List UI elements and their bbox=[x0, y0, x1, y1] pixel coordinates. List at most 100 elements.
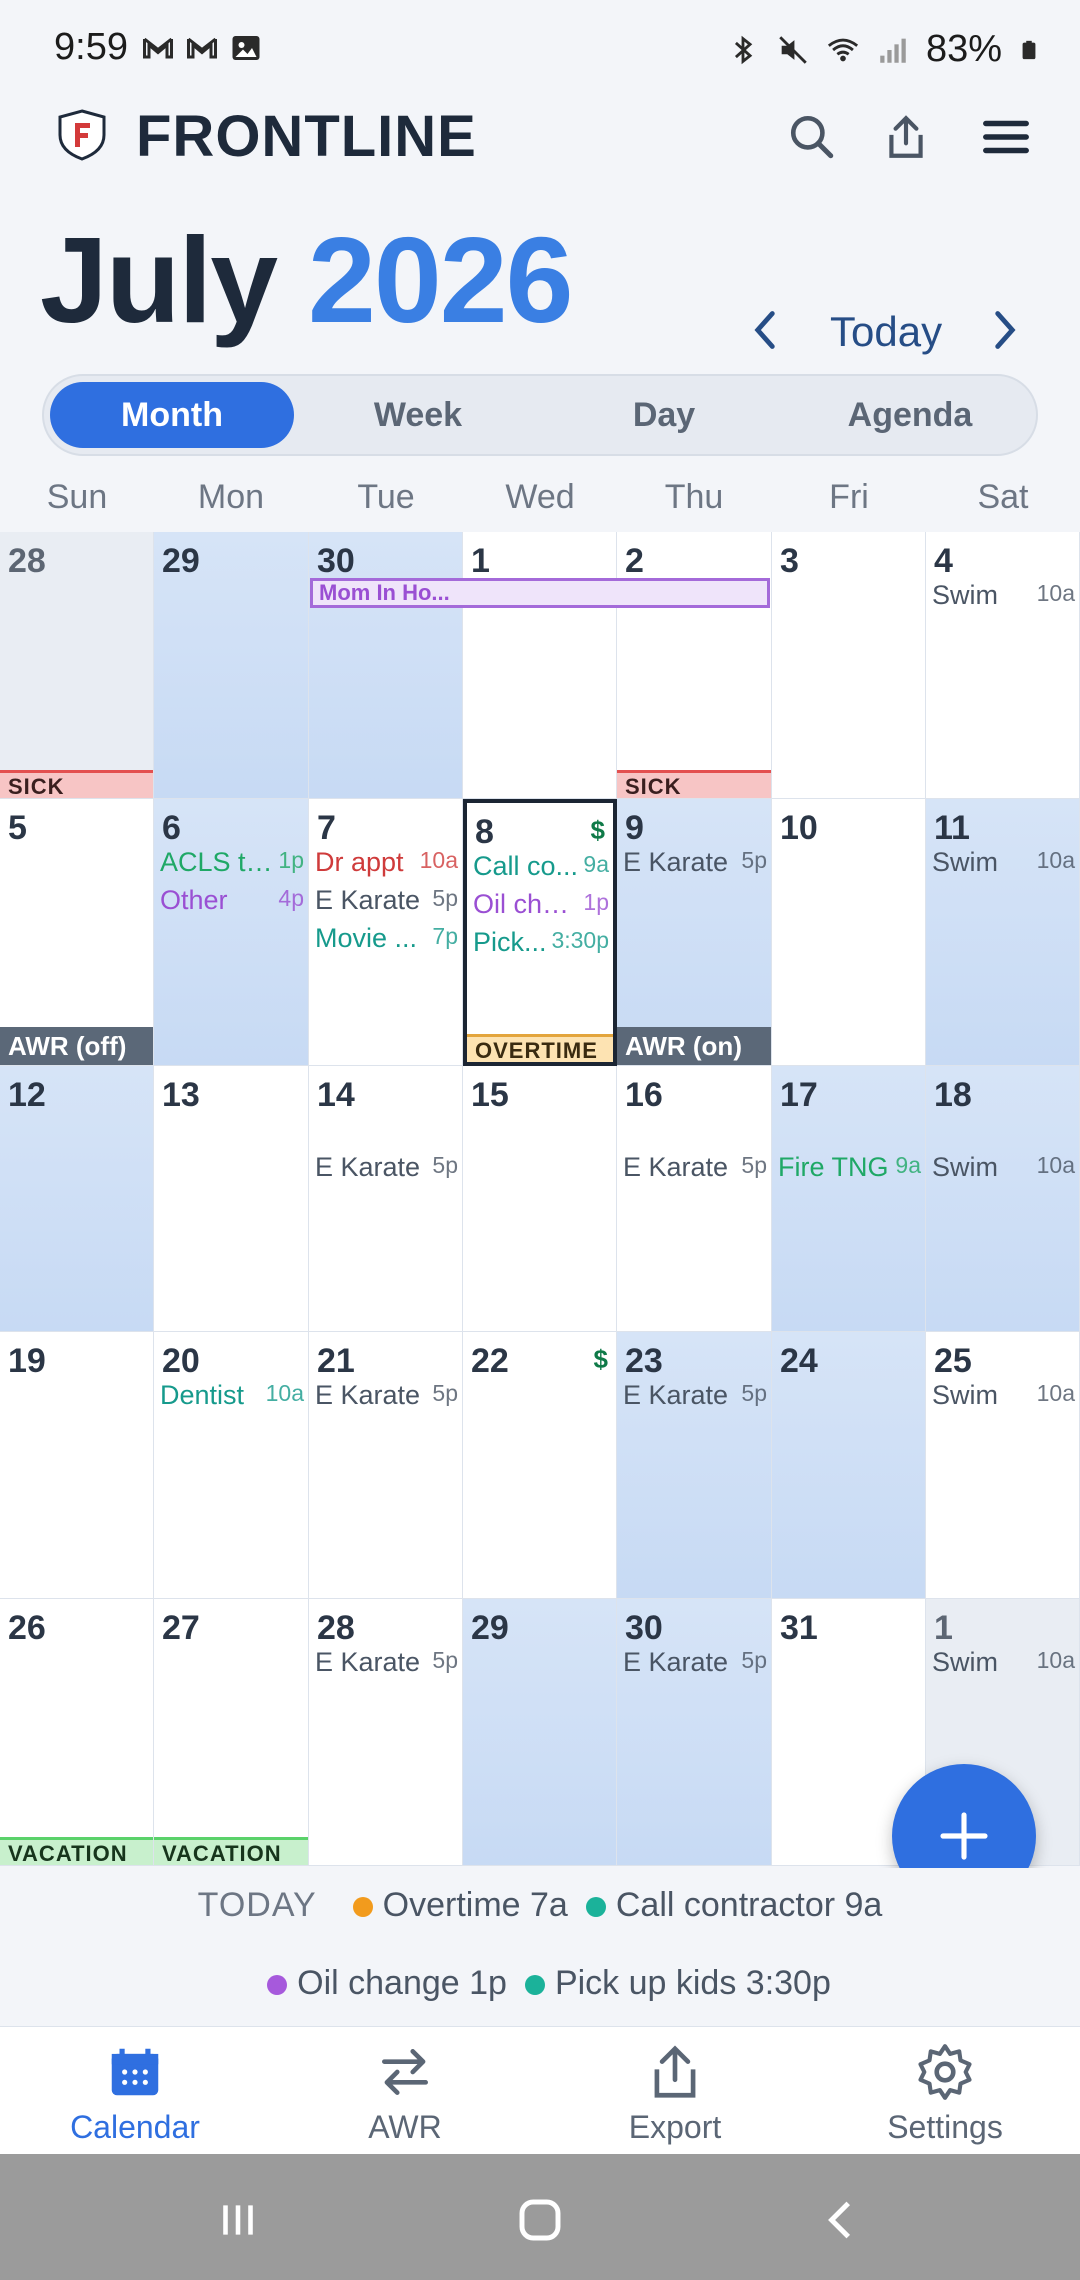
day-cell[interactable]: 20 Dentist 10a bbox=[154, 1332, 309, 1599]
day-cell[interactable]: 9E Karate 5p AWR (on) bbox=[617, 799, 772, 1066]
event-item[interactable]: E Karate 5p bbox=[623, 1152, 767, 1186]
day-cell[interactable]: 22 $ bbox=[463, 1332, 617, 1599]
image-icon bbox=[232, 36, 260, 60]
event-title: Swim bbox=[932, 1380, 998, 1410]
day-cell[interactable]: 25 Swim 10a bbox=[926, 1332, 1080, 1599]
day-cell[interactable]: 2E Karate5pSICK bbox=[617, 532, 772, 799]
day-cell[interactable]: 21 E Karate 5p bbox=[309, 1332, 463, 1599]
day-cell[interactable]: 13 bbox=[154, 1066, 309, 1332]
event-item[interactable]: Fire TNG 9a bbox=[778, 1152, 921, 1186]
weekday-label: Thu bbox=[664, 478, 724, 516]
day-cell[interactable]: 12 bbox=[0, 1066, 154, 1332]
awr-tag[interactable]: AWR (off) bbox=[0, 1027, 153, 1065]
event-item[interactable]: E Karate 5p bbox=[315, 1380, 458, 1414]
event-item[interactable]: Movie ... 7p bbox=[315, 923, 458, 957]
day-cell[interactable]: 23 E Karate 5p bbox=[617, 1332, 772, 1599]
event-time: 5p bbox=[432, 1152, 458, 1178]
day-cell[interactable]: 10 bbox=[772, 799, 926, 1066]
nav-calendar[interactable]: Calendar bbox=[0, 2041, 270, 2146]
today-event[interactable]: Oil change 1p bbox=[297, 1964, 507, 2002]
nav-awr[interactable]: AWR bbox=[270, 2041, 540, 2146]
next-month-button[interactable] bbox=[980, 300, 1030, 360]
previous-month-button[interactable] bbox=[740, 300, 790, 360]
event-item[interactable]: E Karate 5p bbox=[315, 885, 458, 919]
event-item[interactable]: Call co... 9a bbox=[473, 851, 609, 885]
day-cell[interactable]: 15 bbox=[463, 1066, 617, 1332]
vac-tag[interactable]: VACATION bbox=[154, 1837, 308, 1865]
day-cell[interactable]: 5 AWR (off) bbox=[0, 799, 154, 1066]
event-item[interactable]: E Karate 5p bbox=[623, 847, 767, 881]
day-cell[interactable]: 29 bbox=[463, 1599, 617, 1866]
today-event[interactable]: Overtime 7a bbox=[383, 1886, 568, 1924]
day-cell[interactable]: 3 bbox=[772, 532, 926, 799]
event-item[interactable]: Oil cha... 1p bbox=[473, 889, 609, 923]
event-item[interactable]: E Karate 5p bbox=[315, 1647, 458, 1681]
day-cell[interactable]: 30E Karate5p bbox=[309, 532, 463, 799]
event-item[interactable]: Swim 10a bbox=[932, 1647, 1075, 1681]
share-button[interactable] bbox=[878, 109, 934, 165]
event-item[interactable]: E Karate 5p bbox=[623, 1380, 767, 1414]
event-item[interactable]: Swim 10a bbox=[932, 580, 1075, 614]
event-item[interactable]: E Karate 5p bbox=[623, 1647, 767, 1681]
today-event[interactable]: Call contractor 9a bbox=[616, 1886, 882, 1924]
sick-tag[interactable]: SICK bbox=[617, 770, 771, 798]
home-button[interactable] bbox=[510, 2190, 570, 2250]
ot-tag[interactable]: OVERTIME bbox=[467, 1034, 613, 1062]
day-cell[interactable]: 28 E Karate 5p bbox=[309, 1599, 463, 1866]
month-name: July bbox=[40, 212, 278, 348]
today-event[interactable]: Pick up kids 3:30p bbox=[555, 1964, 831, 2002]
event-item[interactable]: Swim 10a bbox=[932, 847, 1075, 881]
event-color-dot bbox=[524, 1975, 545, 1996]
day-cell[interactable]: 26 VACATION bbox=[0, 1599, 154, 1866]
day-number: 20 bbox=[162, 1342, 200, 1380]
day-cell[interactable]: 7 Dr appt 10a E Karate 5p Movie ... 7p bbox=[309, 799, 463, 1066]
tag-prefix: AWR bbox=[625, 1031, 686, 1061]
event-time: 10a bbox=[1036, 1647, 1075, 1673]
today-button[interactable]: Today bbox=[830, 308, 942, 356]
view-tab-day[interactable]: Day bbox=[542, 382, 786, 448]
day-cell[interactable]: 8 $ Call co... 9a Oil cha... 1p Pick... 3:30p OV… bbox=[463, 799, 617, 1066]
event-item[interactable]: Dr appt 10a bbox=[315, 847, 458, 881]
status-right: 83% bbox=[726, 28, 1040, 71]
vac-tag[interactable]: VACATION bbox=[0, 1837, 153, 1865]
menu-button[interactable] bbox=[978, 109, 1034, 165]
nav-export[interactable]: Export bbox=[540, 2041, 810, 2146]
search-button[interactable] bbox=[784, 109, 840, 165]
day-cell[interactable]: 18 Swim 10a bbox=[926, 1066, 1080, 1332]
day-cell[interactable]: 28 SICK bbox=[0, 532, 154, 799]
day-cell[interactable]: 27 VACATION bbox=[154, 1599, 309, 1866]
day-cell[interactable]: 4 Swim 10a bbox=[926, 532, 1080, 799]
status-bar: 9:59 83% bbox=[0, 0, 1080, 100]
day-cell[interactable]: 11 Swim 10a bbox=[926, 799, 1080, 1066]
event-time: 10a bbox=[1036, 1380, 1075, 1406]
day-cell[interactable]: 14 E Karate 5p bbox=[309, 1066, 463, 1332]
day-cell[interactable]: 16 E Karate 5p bbox=[617, 1066, 772, 1332]
event-item[interactable]: Dentist 10a bbox=[160, 1380, 304, 1414]
multi-day-event[interactable]: Mom In Ho... bbox=[310, 578, 770, 608]
day-number: 7 bbox=[317, 809, 336, 847]
sick-tag[interactable]: SICK bbox=[0, 770, 153, 798]
event-item[interactable]: Swim 10a bbox=[932, 1380, 1075, 1414]
home-icon bbox=[519, 2199, 561, 2241]
event-item[interactable]: Other 4p bbox=[160, 885, 304, 919]
day-cell[interactable]: 19 bbox=[0, 1332, 154, 1599]
day-cell[interactable]: 30E Karate5p bbox=[617, 1599, 772, 1866]
event-item[interactable]: Swim 10a bbox=[932, 1152, 1075, 1186]
event-item[interactable]: Pick... 3:30p bbox=[473, 927, 609, 961]
share-icon bbox=[540, 2041, 810, 2103]
day-cell[interactable]: 24 bbox=[772, 1332, 926, 1599]
day-cell[interactable]: 1 bbox=[463, 532, 617, 799]
today-summary-line-2: Oil change 1p Pick up kids 3:30p bbox=[0, 1964, 1080, 2003]
day-cell[interactable]: 6 ACLS tr... 1p Other 4p bbox=[154, 799, 309, 1066]
event-item[interactable]: ACLS tr... 1p bbox=[160, 847, 304, 881]
back-button[interactable] bbox=[812, 2190, 872, 2250]
view-tab-agenda[interactable]: Agenda bbox=[788, 382, 1032, 448]
event-item[interactable]: E Karate 5p bbox=[315, 1152, 458, 1186]
day-cell[interactable]: 17 Fire TNG 9a bbox=[772, 1066, 926, 1332]
view-tab-month[interactable]: Month bbox=[50, 382, 294, 448]
recent-apps-button[interactable] bbox=[208, 2190, 268, 2250]
day-cell[interactable]: 29 bbox=[154, 532, 309, 799]
awr-tag[interactable]: AWR (on) bbox=[617, 1027, 771, 1065]
view-tab-week[interactable]: Week bbox=[296, 382, 540, 448]
nav-settings[interactable]: Settings bbox=[810, 2041, 1080, 2146]
